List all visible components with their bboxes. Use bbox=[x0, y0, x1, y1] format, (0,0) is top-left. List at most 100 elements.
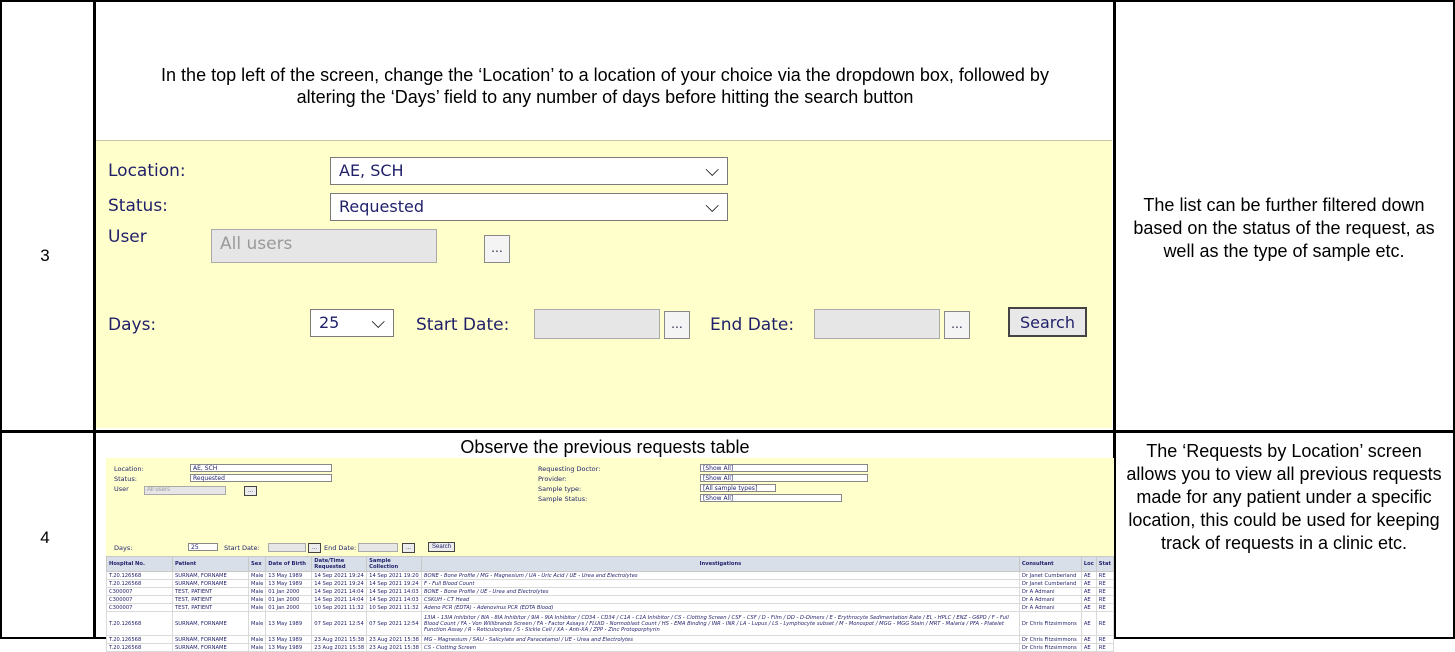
instruction-table: 3 In the top left of the screen, change … bbox=[0, 0, 1455, 652]
search-button[interactable]: Search bbox=[1008, 307, 1087, 337]
end-date-input[interactable] bbox=[814, 309, 940, 339]
table-cell: RE bbox=[1095, 579, 1115, 588]
end-date-input[interactable] bbox=[358, 543, 398, 552]
table-cell: Dr Chris Fitzsimmons bbox=[1018, 635, 1082, 644]
table-cell: SURNAM, FORNAME bbox=[172, 611, 249, 636]
table-cell: 10 Sep 2021 11:32 bbox=[311, 603, 368, 612]
start-date-picker-button[interactable]: ... bbox=[308, 543, 322, 553]
table-cell: 07 Sep 2021 12:54 bbox=[311, 611, 368, 636]
days-select[interactable]: 25 ⌵ bbox=[310, 309, 394, 337]
table-cell: AE bbox=[1080, 587, 1097, 596]
table-row[interactable]: C300007 TEST, PATIENT Male 01 Jan 2000 14 Se… bbox=[106, 595, 1115, 604]
table-cell: AE bbox=[1080, 611, 1097, 636]
user-picker-button[interactable]: ... bbox=[484, 235, 510, 263]
sample-status-select[interactable]: [Show All] bbox=[700, 494, 842, 502]
provider-label: Provider: bbox=[538, 475, 567, 483]
table-cell: Male bbox=[247, 571, 267, 580]
column-header[interactable]: Date/Time Requested bbox=[311, 556, 368, 572]
table-cell: 14 Sep 2021 14:03 bbox=[366, 587, 422, 596]
location-select[interactable]: AE, SCH bbox=[190, 464, 332, 472]
table-cell: Male bbox=[247, 579, 267, 588]
end-date-picker-button[interactable]: ... bbox=[944, 311, 970, 339]
table-cell: 13 May 1989 bbox=[265, 611, 313, 636]
table-cell: Male bbox=[247, 643, 267, 652]
table-row[interactable]: C300007 TEST, PATIENT Male 01 Jan 2000 14 Se… bbox=[106, 587, 1115, 596]
table-cell: RE bbox=[1095, 587, 1115, 596]
table-cell: Dr Janet Cumberland bbox=[1018, 579, 1082, 588]
table-cell: RE bbox=[1095, 643, 1115, 652]
status-value: Requested bbox=[339, 197, 424, 216]
status-label: Status: bbox=[108, 196, 168, 216]
days-select[interactable]: 25 bbox=[188, 543, 218, 551]
table-cell: AE bbox=[1080, 595, 1097, 604]
table-cell: T.20.126568 bbox=[106, 635, 173, 644]
column-header[interactable]: Sample Collection bbox=[366, 556, 422, 572]
table-cell: RE bbox=[1095, 611, 1115, 636]
user-input[interactable]: All users bbox=[144, 486, 226, 495]
table-cell: 01 Jan 2000 bbox=[265, 603, 313, 612]
days-value: 25 bbox=[319, 313, 340, 332]
start-date-input[interactable] bbox=[268, 543, 306, 552]
table-cell: C300007 bbox=[106, 595, 173, 604]
start-date-picker-button[interactable]: ... bbox=[664, 311, 690, 339]
table-cell: AE bbox=[1080, 579, 1097, 588]
step-note: The ‘Requests by Location’ screen allows… bbox=[1126, 441, 1442, 553]
table-cell: SURNAM, FORNAME bbox=[172, 643, 249, 652]
table-row[interactable]: T.20.126568 SURNAM, FORNAME Male 13 May 198… bbox=[106, 571, 1115, 580]
sample-type-label: Sample type: bbox=[538, 485, 582, 493]
investigations-cell: 13IA - 13IA Inhibitor / 8IA - 8IA Inhibi… bbox=[420, 611, 1020, 636]
requesting-doctor-select[interactable]: [Show All] bbox=[700, 464, 868, 472]
table-row[interactable]: C300007 TEST, PATIENT Male 01 Jan 2000 10 Se… bbox=[106, 603, 1115, 612]
table-cell: RE bbox=[1095, 635, 1115, 644]
chevron-down-icon: ⌵ bbox=[705, 160, 719, 181]
column-header[interactable]: Date of Birth bbox=[265, 556, 313, 572]
user-input[interactable]: All users bbox=[211, 229, 437, 263]
table-cell: Dr Chris Fitzsimmons bbox=[1018, 643, 1082, 652]
table-cell: Dr A Admani bbox=[1018, 603, 1082, 612]
table-row[interactable]: T.20.126568 SURNAM, FORNAME Male 13 May 198… bbox=[106, 635, 1115, 644]
filter-panel-screenshot: Location: AE, SCH ⌵ Status: Requested ⌵ … bbox=[96, 140, 1112, 428]
column-header[interactable]: Hospital No. bbox=[106, 556, 173, 572]
days-label: Days: bbox=[108, 315, 157, 335]
location-select[interactable]: AE, SCH ⌵ bbox=[330, 157, 728, 185]
search-button[interactable]: Search bbox=[428, 542, 456, 552]
table-cell: Male bbox=[247, 635, 267, 644]
table-row[interactable]: T.20.126568 SURNAM, FORNAME Male 13 May 198… bbox=[106, 643, 1115, 652]
column-header[interactable]: Patient bbox=[172, 556, 249, 572]
table-cell: 23 Aug 2021 15:38 bbox=[311, 635, 368, 644]
investigations-cell: Adeno PCR (EDTA) - Adenovirus PCR (EDTA … bbox=[420, 603, 1020, 612]
table-cell: T.20.126568 bbox=[106, 643, 173, 652]
chevron-down-icon: ⌵ bbox=[705, 196, 719, 217]
start-date-label: Start Date: bbox=[416, 315, 510, 335]
investigations-cell: MG - Magnesium / SALI - Salicylate and P… bbox=[420, 635, 1020, 644]
provider-select[interactable]: [Show All] bbox=[700, 474, 868, 482]
end-date-picker-button[interactable]: ... bbox=[402, 543, 416, 553]
table-cell: 14 Sep 2021 14:04 bbox=[311, 595, 368, 604]
investigations-cell: CSKUH - CT Head bbox=[420, 595, 1020, 604]
table-cell: 14 Sep 2021 14:03 bbox=[366, 595, 422, 604]
status-select[interactable]: Requested ⌵ bbox=[330, 193, 728, 221]
end-date-label: End Date: bbox=[324, 544, 357, 552]
table-cell: Male bbox=[247, 611, 267, 636]
table-cell: T.20.126568 bbox=[106, 611, 173, 636]
status-select[interactable]: Requested bbox=[190, 474, 332, 482]
requests-table: Hospital No. Patient Sex Date of Birth D… bbox=[106, 556, 1115, 652]
table-cell: RE bbox=[1095, 603, 1115, 612]
user-picker-button[interactable]: ... bbox=[244, 486, 258, 496]
table-cell: 01 Jan 2000 bbox=[265, 595, 313, 604]
table-row[interactable]: T.20.126568 SURNAM, FORNAME Male 13 May 198… bbox=[106, 579, 1115, 588]
column-header[interactable]: Sex bbox=[247, 556, 267, 572]
table-border-top bbox=[0, 0, 1455, 2]
user-label: User bbox=[108, 227, 147, 247]
sample-type-select[interactable]: [All sample types] bbox=[700, 484, 776, 492]
table-cell: AE bbox=[1080, 635, 1097, 644]
column-header[interactable]: Investigations bbox=[420, 556, 1020, 572]
chevron-down-icon: ⌵ bbox=[371, 312, 385, 333]
table-cell: T.20.126568 bbox=[106, 579, 173, 588]
column-header[interactable]: Stat bbox=[1095, 556, 1115, 572]
column-header[interactable]: Consultant bbox=[1018, 556, 1082, 572]
column-header[interactable]: Loc bbox=[1080, 556, 1097, 572]
start-date-input[interactable] bbox=[534, 309, 660, 339]
investigations-cell: F - Full Blood Count bbox=[420, 579, 1020, 588]
table-row[interactable]: T.20.126568 SURNAM, FORNAME Male 13 May 198… bbox=[106, 611, 1115, 636]
